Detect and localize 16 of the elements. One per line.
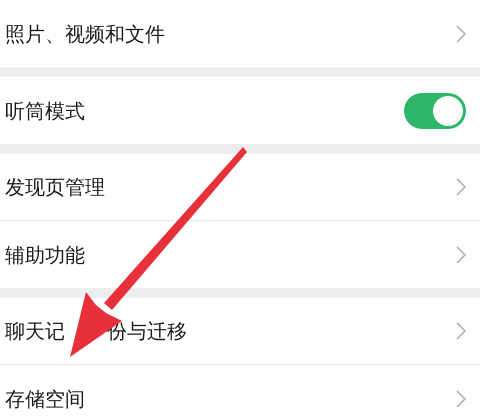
settings-item[interactable]: 听筒模式 (0, 77, 480, 144)
chevron-icon (456, 178, 466, 196)
chevron-icon (456, 390, 466, 408)
item-label: 聊天记 (5, 318, 65, 345)
settings-item[interactable]: 照片、视频和文件 (0, 0, 480, 67)
item-label: 听筒模式 (5, 98, 86, 124)
settings-item[interactable]: 辅助功能 (0, 221, 480, 288)
item-label: 存储空间 (5, 386, 86, 412)
chevron-icon (456, 24, 466, 42)
toggle-switch[interactable] (404, 92, 466, 128)
item-label: 照片、视频和文件 (5, 20, 166, 48)
item-label: 辅助功能 (5, 242, 86, 268)
settings-item[interactable]: 存储空间 (0, 365, 480, 416)
chevron-icon (456, 246, 466, 264)
chevron-icon (456, 322, 466, 340)
item-label: 发现页管理 (5, 174, 106, 201)
